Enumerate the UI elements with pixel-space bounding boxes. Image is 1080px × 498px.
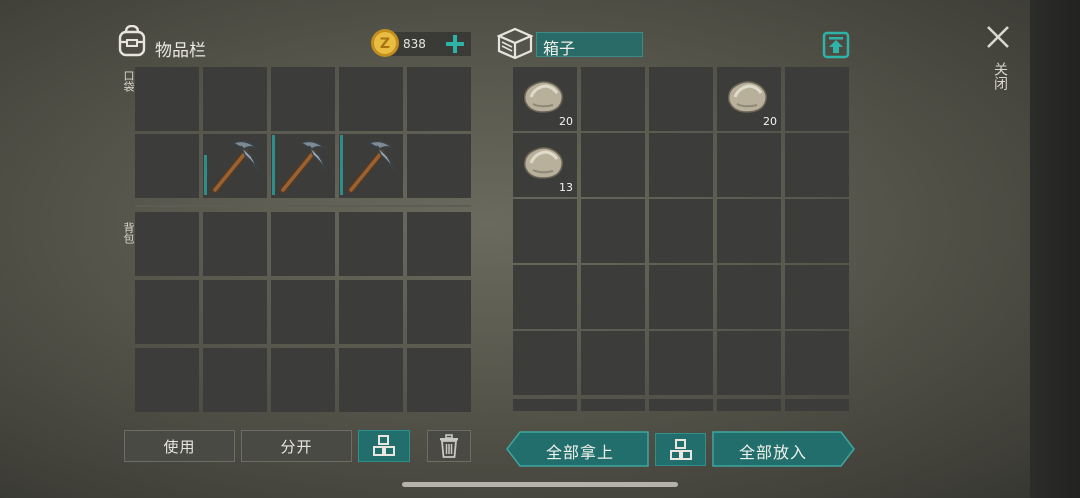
inventory-slot[interactable] bbox=[203, 280, 267, 344]
container-title: 箱子 bbox=[543, 39, 576, 58]
container-slot-stone[interactable]: 13 bbox=[513, 133, 577, 197]
pickaxe-icon bbox=[212, 140, 259, 193]
container-slot[interactable] bbox=[649, 199, 713, 263]
currency-amount: 838 bbox=[403, 37, 426, 51]
container-slot[interactable] bbox=[649, 67, 713, 131]
inventory-slot[interactable] bbox=[135, 280, 199, 344]
container-slot-partial[interactable] bbox=[581, 399, 645, 411]
container-slot[interactable] bbox=[717, 265, 781, 329]
inventory-slot-pickaxe[interactable] bbox=[271, 134, 335, 198]
take-all-button[interactable]: 全部拿上 bbox=[506, 431, 649, 467]
inventory-slot-pickaxe[interactable] bbox=[203, 134, 267, 198]
pickaxe-icon bbox=[348, 140, 395, 193]
container-slot[interactable] bbox=[785, 265, 849, 329]
inventory-slot-pickaxe[interactable] bbox=[339, 134, 403, 198]
container-slot[interactable] bbox=[717, 331, 781, 395]
container-slot[interactable] bbox=[581, 331, 645, 395]
container-slot[interactable] bbox=[785, 133, 849, 197]
trash-icon bbox=[440, 434, 458, 458]
svg-text:Z: Z bbox=[380, 36, 390, 52]
inventory-slot[interactable] bbox=[203, 212, 267, 276]
inventory-slot[interactable] bbox=[407, 67, 471, 131]
container-slot-stone[interactable]: 20 bbox=[513, 67, 577, 131]
container-slot-partial[interactable] bbox=[785, 399, 849, 411]
inventory-slot[interactable] bbox=[407, 348, 471, 412]
plus-icon[interactable] bbox=[444, 33, 466, 55]
pocket-label: 口袋 bbox=[122, 70, 135, 92]
container-slot[interactable] bbox=[513, 265, 577, 329]
put-all-button[interactable]: 全部放入 bbox=[712, 431, 855, 467]
inventory-slot[interactable] bbox=[135, 212, 199, 276]
right-edge-panel bbox=[1030, 0, 1080, 498]
durability-bar bbox=[340, 135, 343, 195]
take-all-label: 全部拿上 bbox=[546, 443, 615, 462]
inventory-title: 物品栏 bbox=[155, 41, 206, 61]
trash-button[interactable] bbox=[427, 430, 471, 462]
inventory-slot[interactable] bbox=[135, 348, 199, 412]
backpack-label: 背包 bbox=[122, 222, 135, 244]
inventory-slot[interactable] bbox=[407, 280, 471, 344]
sort-container-button[interactable] bbox=[655, 433, 706, 466]
sort-icon bbox=[669, 438, 692, 460]
home-indicator[interactable] bbox=[402, 482, 678, 487]
container-slot-partial[interactable] bbox=[513, 399, 577, 411]
inventory-slot[interactable] bbox=[339, 67, 403, 131]
close-button[interactable]: 关闭 bbox=[984, 24, 1012, 104]
container-slot[interactable] bbox=[581, 133, 645, 197]
pickaxe-icon bbox=[280, 140, 327, 193]
inventory-slot[interactable] bbox=[271, 212, 335, 276]
upload-icon[interactable] bbox=[822, 31, 850, 59]
container-slot[interactable] bbox=[581, 265, 645, 329]
inventory-slot[interactable] bbox=[339, 280, 403, 344]
inventory-slot[interactable] bbox=[135, 134, 199, 198]
inventory-slot[interactable] bbox=[339, 348, 403, 412]
sort-icon bbox=[373, 435, 395, 456]
container-slot[interactable] bbox=[581, 199, 645, 263]
container-slot-partial[interactable] bbox=[649, 399, 713, 411]
container-slot[interactable] bbox=[513, 331, 577, 395]
inventory-slot[interactable] bbox=[407, 212, 471, 276]
container-title-field[interactable]: 箱子 bbox=[536, 32, 643, 58]
container-slot-stone[interactable]: 20 bbox=[717, 67, 781, 131]
container-slot[interactable] bbox=[649, 265, 713, 329]
container-slot[interactable] bbox=[513, 199, 577, 263]
inventory-slot[interactable] bbox=[271, 280, 335, 344]
inventory-slot[interactable] bbox=[271, 348, 335, 412]
inventory-slot[interactable] bbox=[339, 212, 403, 276]
item-count: 20 bbox=[763, 115, 777, 128]
put-all-label: 全部放入 bbox=[739, 443, 808, 462]
close-icon bbox=[987, 26, 1009, 48]
container-slot[interactable] bbox=[785, 67, 849, 131]
durability-bar bbox=[204, 155, 207, 195]
backpack-icon bbox=[117, 24, 147, 57]
durability-bar bbox=[272, 135, 275, 195]
container-slot[interactable] bbox=[581, 67, 645, 131]
coin-icon: Z bbox=[370, 28, 400, 58]
inventory-slot[interactable] bbox=[135, 67, 199, 131]
container-slot[interactable] bbox=[785, 331, 849, 395]
container-slot[interactable] bbox=[649, 133, 713, 197]
box-icon bbox=[496, 27, 534, 60]
split-button[interactable]: 分开 bbox=[241, 430, 352, 462]
close-label: 关闭 bbox=[992, 62, 1008, 90]
container-slot[interactable] bbox=[717, 199, 781, 263]
container-slot[interactable] bbox=[717, 133, 781, 197]
use-button[interactable]: 使用 bbox=[124, 430, 235, 462]
container-slot[interactable] bbox=[785, 199, 849, 263]
container-slot[interactable] bbox=[649, 331, 713, 395]
item-count: 20 bbox=[559, 115, 573, 128]
inventory-slot[interactable] bbox=[203, 348, 267, 412]
inventory-slot[interactable] bbox=[407, 134, 471, 198]
item-count: 13 bbox=[559, 181, 573, 194]
inventory-slot[interactable] bbox=[203, 67, 267, 131]
inventory-slot[interactable] bbox=[271, 67, 335, 131]
sort-inventory-button[interactable] bbox=[358, 430, 410, 462]
container-slot-partial[interactable] bbox=[717, 399, 781, 411]
section-divider bbox=[135, 205, 471, 207]
